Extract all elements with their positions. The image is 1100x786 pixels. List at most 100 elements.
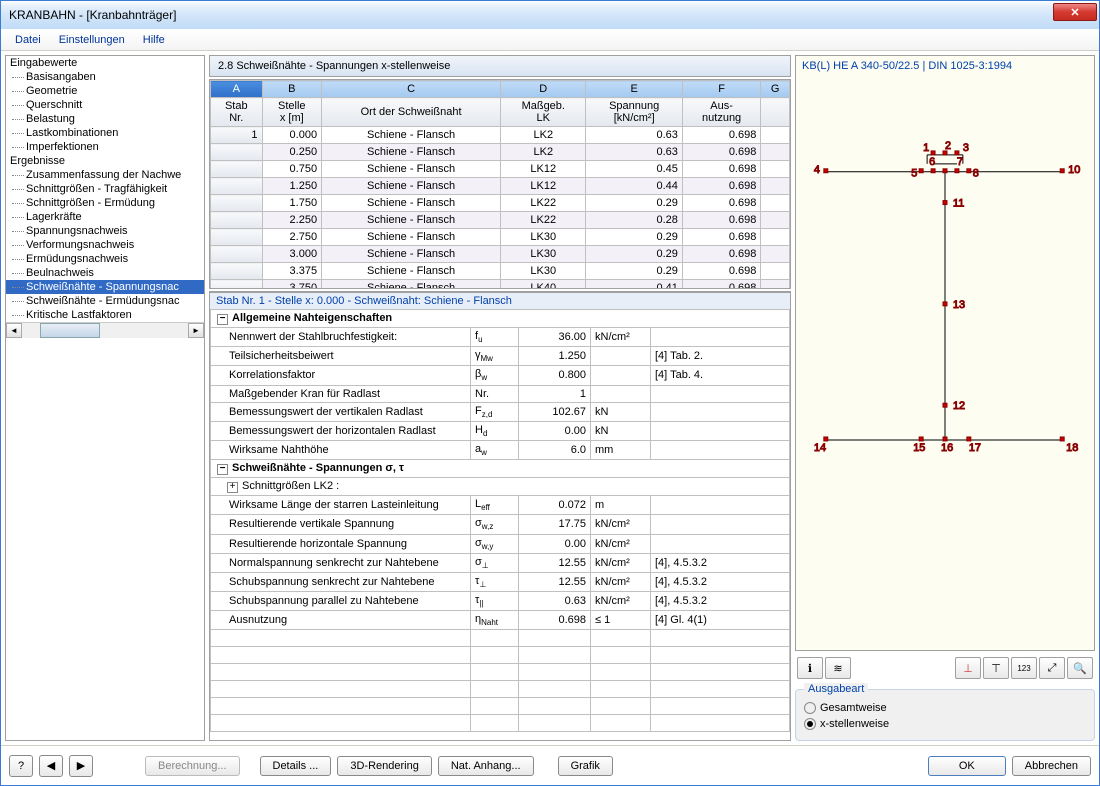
col-letter[interactable]: A bbox=[211, 81, 263, 98]
radio-gesamtweise[interactable] bbox=[804, 702, 816, 714]
prop-row[interactable]: Wirksame Nahthöheaw6.0mm bbox=[211, 440, 790, 459]
tree-scroll-h[interactable]: ◄ ► bbox=[6, 322, 204, 338]
col-letter[interactable]: E bbox=[586, 81, 682, 98]
scroll-thumb[interactable] bbox=[40, 323, 100, 338]
col-letter[interactable]: C bbox=[322, 81, 501, 98]
prop-row[interactable]: Maßgebender Kran für RadlastNr.1 bbox=[211, 385, 790, 402]
col-letter[interactable]: B bbox=[262, 81, 322, 98]
radio-xstellenweise[interactable] bbox=[804, 718, 816, 730]
col-header[interactable]: StabNr. bbox=[211, 98, 263, 127]
prop-row[interactable]: Bemessungswert der horizontalen RadlastH… bbox=[211, 421, 790, 440]
tree-item[interactable]: Kritische Lastfaktoren bbox=[6, 308, 204, 322]
scroll-right-icon[interactable]: ► bbox=[188, 323, 204, 338]
help-icon[interactable]: ? bbox=[9, 755, 33, 777]
info-icon[interactable]: ℹ bbox=[797, 657, 823, 679]
tree-item[interactable]: Geometrie bbox=[6, 84, 204, 98]
section-row[interactable]: −Allgemeine Nahteigenschaften bbox=[211, 310, 790, 328]
col-letter[interactable]: G bbox=[761, 81, 790, 98]
tree-item[interactable]: Spannungsnachweis bbox=[6, 224, 204, 238]
empty-row bbox=[211, 630, 790, 647]
table-row[interactable]: 2.750Schiene - FlanschLK300.290.698 bbox=[211, 229, 790, 246]
tree-item[interactable]: Imperfektionen bbox=[6, 140, 204, 154]
tree-item[interactable]: Lastkombinationen bbox=[6, 126, 204, 140]
table-row[interactable]: 3.750Schiene - FlanschLK400.410.698 bbox=[211, 280, 790, 290]
ok-button[interactable]: OK bbox=[928, 756, 1006, 776]
prop-row[interactable]: Wirksame Länge der starren Lasteinleitun… bbox=[211, 496, 790, 515]
table-row[interactable]: 3.375Schiene - FlanschLK300.290.698 bbox=[211, 263, 790, 280]
table-row[interactable]: 1.750Schiene - FlanschLK220.290.698 bbox=[211, 195, 790, 212]
close-icon: ✕ bbox=[1070, 6, 1079, 19]
collapse-icon[interactable]: − bbox=[217, 464, 228, 475]
collapse-icon[interactable]: − bbox=[217, 314, 228, 325]
grafik-button[interactable]: Grafik bbox=[558, 756, 613, 776]
tree-item[interactable]: Zusammenfassung der Nachwe bbox=[6, 168, 204, 182]
legend-icon[interactable]: ≋ bbox=[825, 657, 851, 679]
cancel-button[interactable]: Abbrechen bbox=[1012, 756, 1091, 776]
prop-row[interactable]: AusnutzungηNaht0.698≤ 1[4] Gl. 4(1) bbox=[211, 611, 790, 630]
prop-row[interactable]: Resultierende vertikale Spannungσw,z17.7… bbox=[211, 515, 790, 534]
tree-item[interactable]: Lagerkräfte bbox=[6, 210, 204, 224]
tree-item[interactable]: Schweißnähte - Spannungsnac bbox=[6, 280, 204, 294]
svg-text:5: 5 bbox=[911, 168, 917, 180]
col-header[interactable]: Maßgeb.LK bbox=[501, 98, 586, 127]
table-row[interactable]: 10.000Schiene - FlanschLK20.630.698 bbox=[211, 127, 790, 144]
tree-item[interactable]: Schweißnähte - Ermüdungsnac bbox=[6, 294, 204, 308]
expand-icon[interactable]: + bbox=[227, 482, 238, 493]
col-header[interactable]: Stellex [m] bbox=[262, 98, 322, 127]
prop-row[interactable]: Nennwert der Stahlbruchfestigkeit:fu36.0… bbox=[211, 328, 790, 347]
tree-item[interactable]: Belastung bbox=[6, 112, 204, 126]
detail-grid[interactable]: Stab Nr. 1 - Stelle x: 0.000 - Schweißna… bbox=[209, 291, 791, 741]
tree-item[interactable]: Ermüdungsnachweis bbox=[6, 252, 204, 266]
table-row[interactable]: 0.250Schiene - FlanschLK20.630.698 bbox=[211, 144, 790, 161]
title-text: KRANBAHN - [Kranbahnträger] bbox=[9, 8, 176, 22]
radio-gesamtweise-row[interactable]: Gesamtweise bbox=[804, 700, 1086, 716]
zoom-icon[interactable]: 🔍 bbox=[1067, 657, 1093, 679]
view-axes-icon[interactable]: ⤢ bbox=[1039, 657, 1065, 679]
radio-xstellen-row[interactable]: x-stellenweise bbox=[804, 716, 1086, 732]
nat-anhang-button[interactable]: Nat. Anhang... bbox=[438, 756, 534, 776]
tree-item[interactable]: Schnittgrößen - Ermüdung bbox=[6, 196, 204, 210]
col-header[interactable]: Aus-nutzung bbox=[682, 98, 760, 127]
section-row[interactable]: +Schnittgrößen LK2 : bbox=[211, 478, 790, 496]
prop-row[interactable]: Schubspannung senkrecht zur Nahtebeneτ⊥1… bbox=[211, 572, 790, 591]
view-t-icon[interactable]: ⊥ bbox=[955, 657, 981, 679]
prop-row[interactable]: Bemessungswert der vertikalen RadlastFz,… bbox=[211, 402, 790, 421]
view-123-icon[interactable]: 123 bbox=[1011, 657, 1037, 679]
next-icon[interactable]: ▶ bbox=[69, 755, 93, 777]
prev-icon[interactable]: ◀ bbox=[39, 755, 63, 777]
tree-item[interactable]: Basisangaben bbox=[6, 70, 204, 84]
tree-group[interactable]: Eingabewerte bbox=[6, 56, 204, 70]
prop-row[interactable]: TeilsicherheitsbeiwertγMw1.250[4] Tab. 2… bbox=[211, 347, 790, 366]
col-header[interactable]: Spannung[kN/cm²] bbox=[586, 98, 682, 127]
table-row[interactable]: 3.000Schiene - FlanschLK300.290.698 bbox=[211, 246, 790, 263]
tree-item[interactable]: Schnittgrößen - Tragfähigkeit bbox=[6, 182, 204, 196]
tree-item[interactable]: Beulnachweis bbox=[6, 266, 204, 280]
menu-datei[interactable]: Datei bbox=[7, 31, 49, 49]
table-row[interactable]: 1.250Schiene - FlanschLK120.440.698 bbox=[211, 178, 790, 195]
close-button[interactable]: ✕ bbox=[1053, 3, 1097, 21]
nav-tree[interactable]: EingabewerteBasisangabenGeometrieQuersch… bbox=[5, 55, 205, 741]
section-row[interactable]: −Schweißnähte - Spannungen σ, τ bbox=[211, 460, 790, 478]
prop-row[interactable]: Korrelationsfaktorβw0.800[4] Tab. 4. bbox=[211, 366, 790, 385]
cross-section-diagram[interactable]: KB(L) HE A 340-50/22.5 | DIN 1025-3:1994 bbox=[795, 55, 1095, 651]
menu-hilfe[interactable]: Hilfe bbox=[135, 31, 173, 49]
scroll-left-icon[interactable]: ◄ bbox=[6, 323, 22, 338]
col-letter[interactable]: D bbox=[501, 81, 586, 98]
col-header[interactable] bbox=[761, 98, 790, 127]
diagram-title: KB(L) HE A 340-50/22.5 | DIN 1025-3:1994 bbox=[796, 56, 1094, 76]
table-row[interactable]: 0.750Schiene - FlanschLK120.450.698 bbox=[211, 161, 790, 178]
menu-einstellungen[interactable]: Einstellungen bbox=[51, 31, 133, 49]
view-beam-icon[interactable]: ⊤ bbox=[983, 657, 1009, 679]
table-row[interactable]: 2.250Schiene - FlanschLK220.280.698 bbox=[211, 212, 790, 229]
results-grid[interactable]: ABCDEFG StabNr.Stellex [m]Ort der Schweiß… bbox=[209, 79, 791, 289]
tree-group[interactable]: Ergebnisse bbox=[6, 154, 204, 168]
tree-item[interactable]: Verformungsnachweis bbox=[6, 238, 204, 252]
col-header[interactable]: Ort der Schweißnaht bbox=[322, 98, 501, 127]
prop-row[interactable]: Schubspannung parallel zu Nahtebeneτ||0.… bbox=[211, 592, 790, 611]
details-button[interactable]: Details ... bbox=[260, 756, 332, 776]
render-button[interactable]: 3D-Rendering bbox=[337, 756, 431, 776]
tree-item[interactable]: Querschnitt bbox=[6, 98, 204, 112]
prop-row[interactable]: Resultierende horizontale Spannungσw,y0.… bbox=[211, 534, 790, 553]
col-letter[interactable]: F bbox=[682, 81, 760, 98]
prop-row[interactable]: Normalspannung senkrecht zur Nahtebeneσ⊥… bbox=[211, 553, 790, 572]
